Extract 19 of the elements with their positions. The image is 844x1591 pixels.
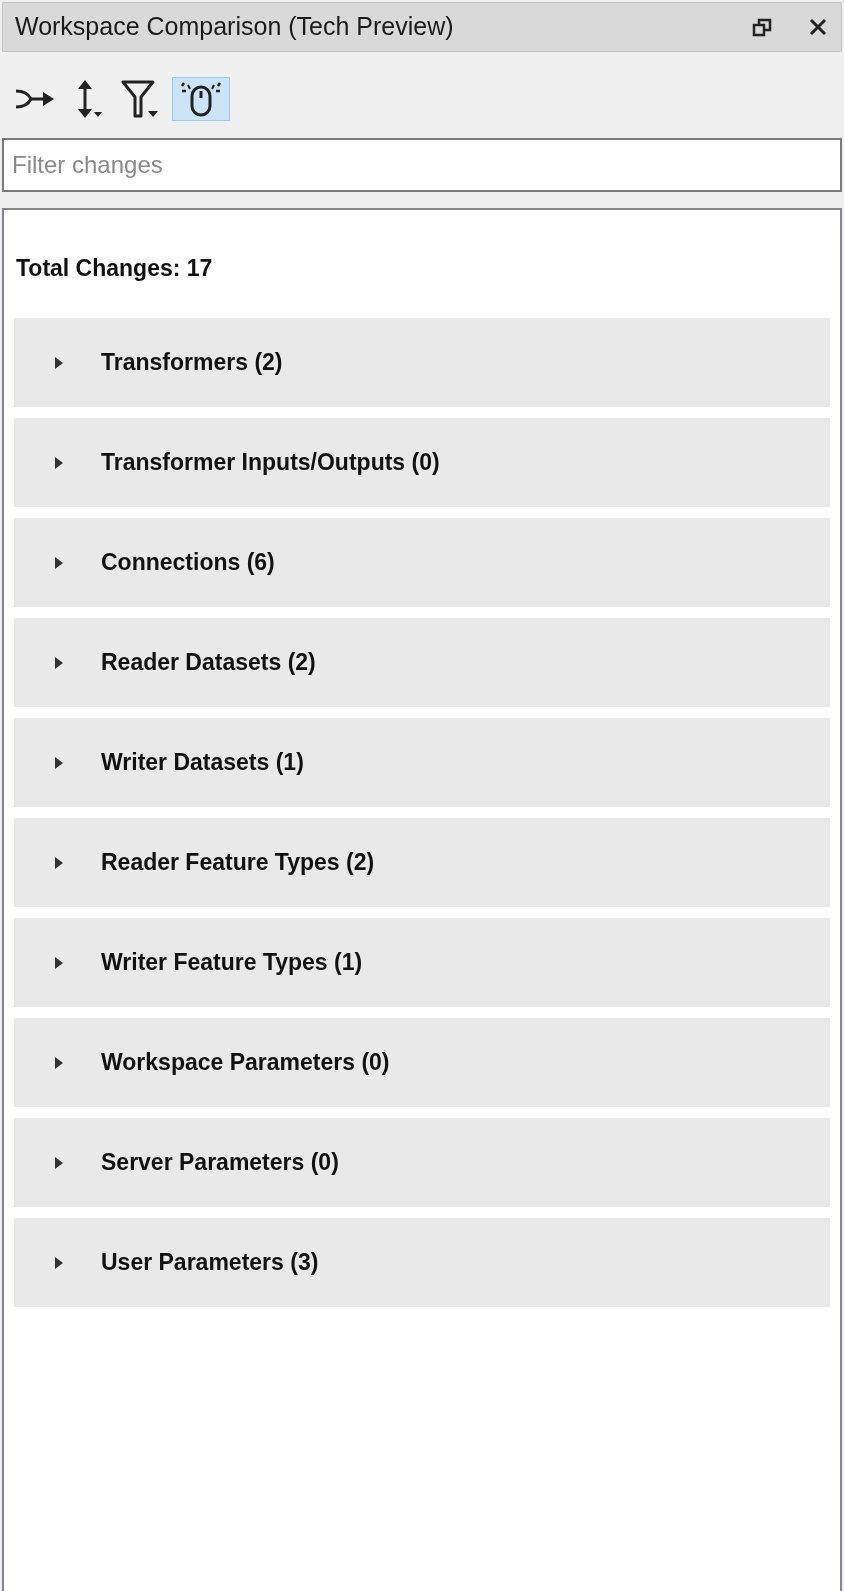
- filter-icon: [121, 79, 161, 119]
- section-header[interactable]: User Parameters (3): [14, 1218, 830, 1307]
- filter-field[interactable]: Filter changes: [2, 138, 842, 192]
- restore-icon: [752, 17, 772, 37]
- window-title: Workspace Comparison (Tech Preview): [15, 11, 454, 43]
- section-header[interactable]: Writer Datasets (1): [14, 718, 830, 807]
- total-changes-text: Total Changes: 17: [15, 254, 214, 282]
- toolbar-button[interactable]: [172, 77, 230, 121]
- section-header[interactable]: Server Parameters (0): [14, 1118, 830, 1207]
- section-header[interactable]: Reader Datasets (2): [14, 618, 830, 707]
- section-header[interactable]: Transformers (2): [14, 318, 830, 407]
- section-header[interactable]: Writer Feature Types (1): [14, 918, 830, 1007]
- section-header[interactable]: Reader Feature Types (2): [14, 818, 830, 907]
- mouse-icon: [179, 81, 223, 117]
- section-header[interactable]: Transformer Inputs/Outputs (0): [14, 418, 830, 507]
- section-header[interactable]: Workspace Parameters (0): [14, 1018, 830, 1107]
- close-icon: [808, 17, 828, 37]
- section-header[interactable]: Connections (6): [14, 518, 830, 607]
- merge-arrow-icon: [15, 88, 55, 110]
